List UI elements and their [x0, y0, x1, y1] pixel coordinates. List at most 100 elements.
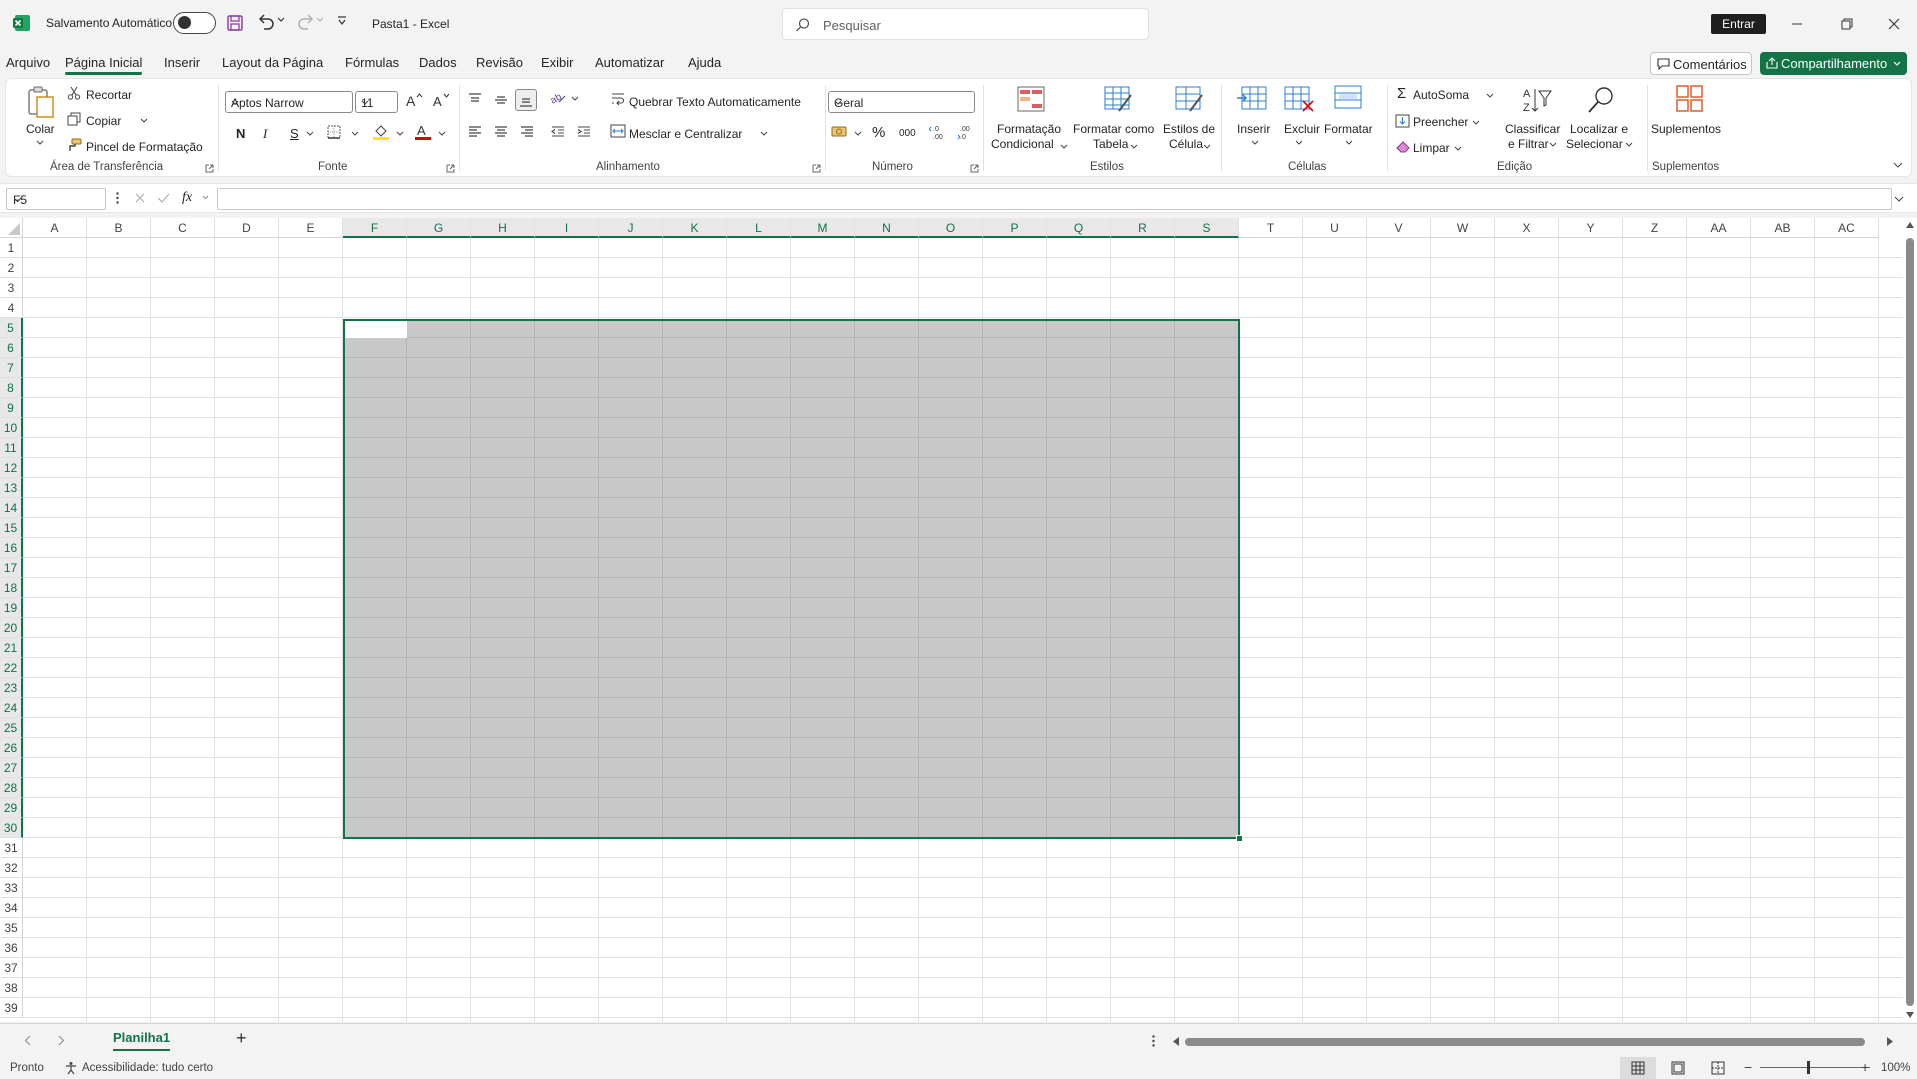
percent-button[interactable]: %	[872, 124, 885, 141]
customize-toolbar-icon[interactable]	[337, 16, 347, 26]
search-input[interactable]	[823, 15, 1123, 35]
row-header[interactable]: 23	[0, 678, 23, 698]
chevron-down-icon[interactable]	[1625, 142, 1633, 147]
page-break-view-icon[interactable]	[1711, 1061, 1725, 1075]
fill-icon[interactable]	[1395, 114, 1410, 128]
sort-filter-label-1[interactable]: Classificar	[1505, 122, 1560, 136]
find-select-label-2[interactable]: Selecionar	[1566, 137, 1623, 151]
select-all-corner[interactable]	[0, 218, 23, 238]
wrap-text-button[interactable]: Quebrar Texto Automaticamente	[629, 95, 801, 109]
chevron-down-icon[interactable]	[1295, 140, 1303, 145]
align-bottom-icon[interactable]	[515, 89, 537, 111]
zoom-slider[interactable]	[1760, 1067, 1870, 1068]
merge-center-icon[interactable]	[610, 124, 626, 138]
fill-color-icon[interactable]	[372, 123, 390, 141]
bold-button[interactable]: N	[236, 126, 245, 141]
enter-icon[interactable]	[157, 192, 170, 204]
close-icon[interactable]	[1882, 12, 1906, 36]
row-header[interactable]: 11	[0, 438, 23, 458]
chevron-down-icon[interactable]	[1203, 144, 1211, 149]
restore-icon[interactable]	[1834, 12, 1858, 36]
insert-cells-button[interactable]: Inserir	[1237, 122, 1270, 136]
addins-icon[interactable]	[1675, 84, 1705, 114]
column-header[interactable]: U	[1303, 218, 1367, 238]
page-layout-view-icon[interactable]	[1671, 1061, 1685, 1075]
scroll-down-icon[interactable]	[1906, 1012, 1914, 1018]
sort-filter-icon[interactable]: AZ	[1521, 85, 1553, 115]
selected-range[interactable]	[343, 319, 1240, 839]
chevron-down-icon[interactable]	[1454, 146, 1462, 151]
row-header[interactable]: 29	[0, 798, 23, 818]
row-header[interactable]: 37	[0, 958, 23, 978]
row-header[interactable]: 14	[0, 498, 23, 518]
undo-icon[interactable]	[256, 13, 276, 31]
chevron-down-icon[interactable]	[571, 96, 579, 101]
format-as-table-label-1[interactable]: Formatar como	[1073, 122, 1154, 136]
row-header[interactable]: 28	[0, 778, 23, 798]
column-header[interactable]: H	[471, 218, 535, 238]
align-center-icon[interactable]	[493, 125, 509, 139]
row-header[interactable]: 7	[0, 358, 23, 378]
row-header[interactable]: 35	[0, 918, 23, 938]
chevron-down-icon[interactable]	[1345, 140, 1353, 145]
row-header[interactable]: 17	[0, 558, 23, 578]
tab-automatizar[interactable]: Automatizar	[595, 55, 664, 70]
currency-icon[interactable]	[831, 124, 849, 140]
conditional-format-label-2[interactable]: Condicional	[991, 137, 1054, 151]
column-header[interactable]: D	[215, 218, 279, 238]
align-middle-icon[interactable]	[493, 93, 509, 107]
sheet-tab-planilha1[interactable]: Planilha1	[113, 1030, 171, 1051]
zoom-slider-thumb[interactable]	[1807, 1061, 1810, 1074]
expand-formula-icon[interactable]	[1894, 196, 1904, 202]
column-header[interactable]: K	[663, 218, 727, 238]
paste-button[interactable]: Colar	[26, 122, 55, 136]
align-right-icon[interactable]	[519, 125, 535, 139]
chevron-down-icon[interactable]	[13, 197, 100, 203]
vertical-scrollbar[interactable]	[1903, 218, 1917, 1022]
normal-view-button[interactable]	[1620, 1057, 1656, 1079]
row-header[interactable]: 2	[0, 258, 23, 278]
chevron-down-icon[interactable]	[396, 131, 404, 136]
chevron-down-icon[interactable]	[1060, 144, 1068, 149]
row-header[interactable]: 34	[0, 898, 23, 918]
autosave-toggle[interactable]	[173, 12, 216, 34]
tab-exibir[interactable]: Exibir	[541, 55, 574, 70]
column-header[interactable]: V	[1367, 218, 1431, 238]
autosum-icon[interactable]: Σ	[1397, 85, 1406, 102]
font-color-icon[interactable]: A	[414, 123, 432, 141]
chevron-down-icon[interactable]	[1549, 142, 1557, 147]
chevron-left-icon[interactable]	[24, 1035, 31, 1046]
chevron-right-icon[interactable]	[58, 1035, 65, 1046]
search-box[interactable]	[782, 8, 1149, 40]
cell-styles-label-2[interactable]: Célula	[1169, 137, 1203, 151]
add-sheet-button[interactable]: +	[236, 1028, 247, 1049]
tab-revisao[interactable]: Revisão	[476, 55, 523, 70]
chevron-down-icon[interactable]	[1472, 120, 1480, 125]
italic-button[interactable]: I	[263, 126, 267, 142]
thousands-button[interactable]: 000	[899, 128, 916, 139]
cut-button[interactable]: Recortar	[86, 88, 132, 102]
row-header[interactable]: 18	[0, 578, 23, 598]
increase-indent-icon[interactable]	[576, 125, 592, 139]
align-top-icon[interactable]	[467, 93, 483, 107]
align-left-icon[interactable]	[467, 125, 483, 139]
row-header[interactable]: 9	[0, 398, 23, 418]
column-header[interactable]: Q	[1047, 218, 1111, 238]
column-header[interactable]: T	[1239, 218, 1303, 238]
column-header[interactable]: Z	[1623, 218, 1687, 238]
comments-button[interactable]: Comentários	[1650, 52, 1752, 75]
row-header[interactable]: 19	[0, 598, 23, 618]
format-as-table-icon[interactable]	[1103, 85, 1133, 113]
row-header[interactable]: 32	[0, 858, 23, 878]
column-header[interactable]: L	[727, 218, 791, 238]
chevron-down-icon[interactable]	[277, 17, 285, 23]
column-header[interactable]: A	[23, 218, 87, 238]
tab-dados[interactable]: Dados	[419, 55, 457, 70]
row-header[interactable]: 33	[0, 878, 23, 898]
cell-styles-icon[interactable]	[1174, 85, 1204, 113]
row-header[interactable]: 39	[0, 998, 23, 1018]
share-button[interactable]: Compartilhamento	[1760, 52, 1907, 75]
minimize-icon[interactable]	[1785, 12, 1809, 36]
accessibility-status[interactable]: Acessibilidade: tudo certo	[82, 1062, 213, 1074]
row-header[interactable]: 16	[0, 538, 23, 558]
